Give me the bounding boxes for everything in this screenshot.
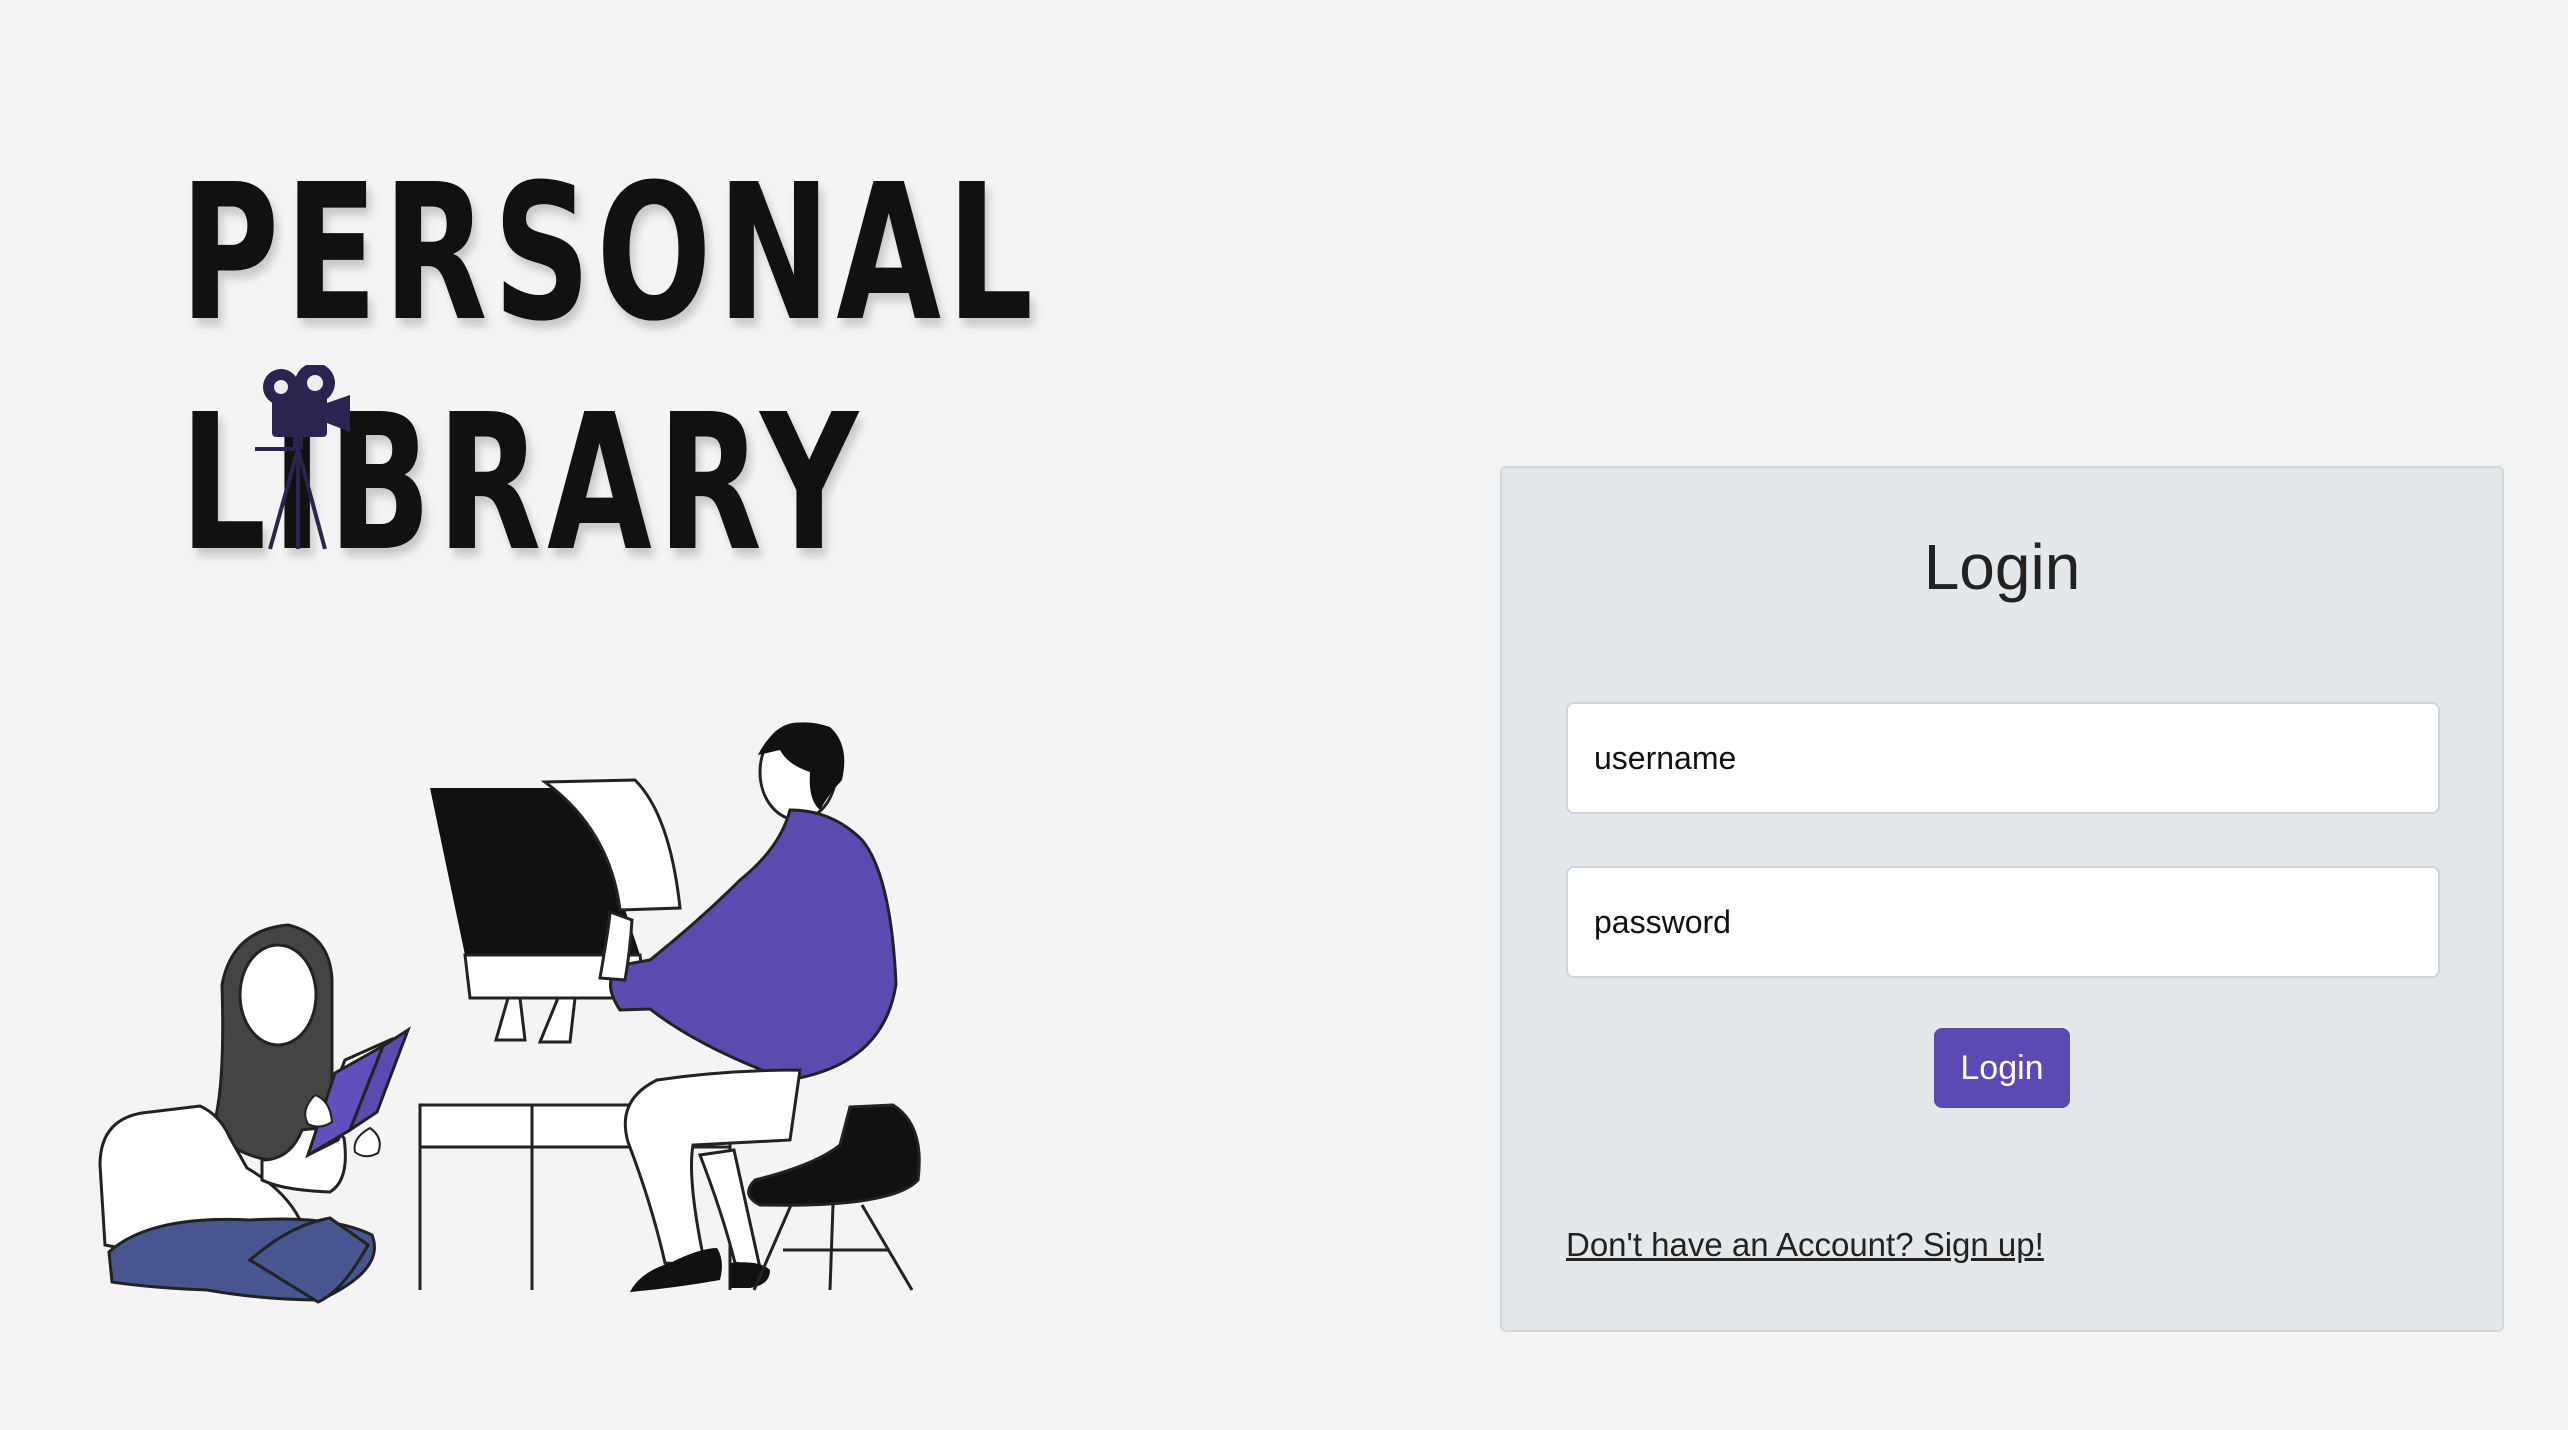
username-field[interactable] xyxy=(1566,702,2440,814)
login-title: Login xyxy=(1923,531,2081,603)
username-input[interactable] xyxy=(1592,738,2414,778)
signup-link[interactable]: Don't have an Account? Sign up! xyxy=(1566,1226,2044,1264)
hero-section: PERSONAL LIBRARY xyxy=(80,140,1033,1304)
film-camera-icon xyxy=(255,365,350,550)
password-input[interactable] xyxy=(1592,902,2414,942)
logo-title-line-1: PERSONAL xyxy=(180,144,1039,363)
login-panel: Login Login Don't have an Account? Sign … xyxy=(1500,466,2504,1332)
reading-people-illustration xyxy=(98,722,921,1304)
woman-figure xyxy=(98,923,412,1304)
login-button[interactable]: Login xyxy=(1934,1028,2070,1108)
password-field[interactable] xyxy=(1566,866,2440,978)
login-page: PERSONAL LIBRARY Login username Login Do… xyxy=(0,0,2568,1430)
